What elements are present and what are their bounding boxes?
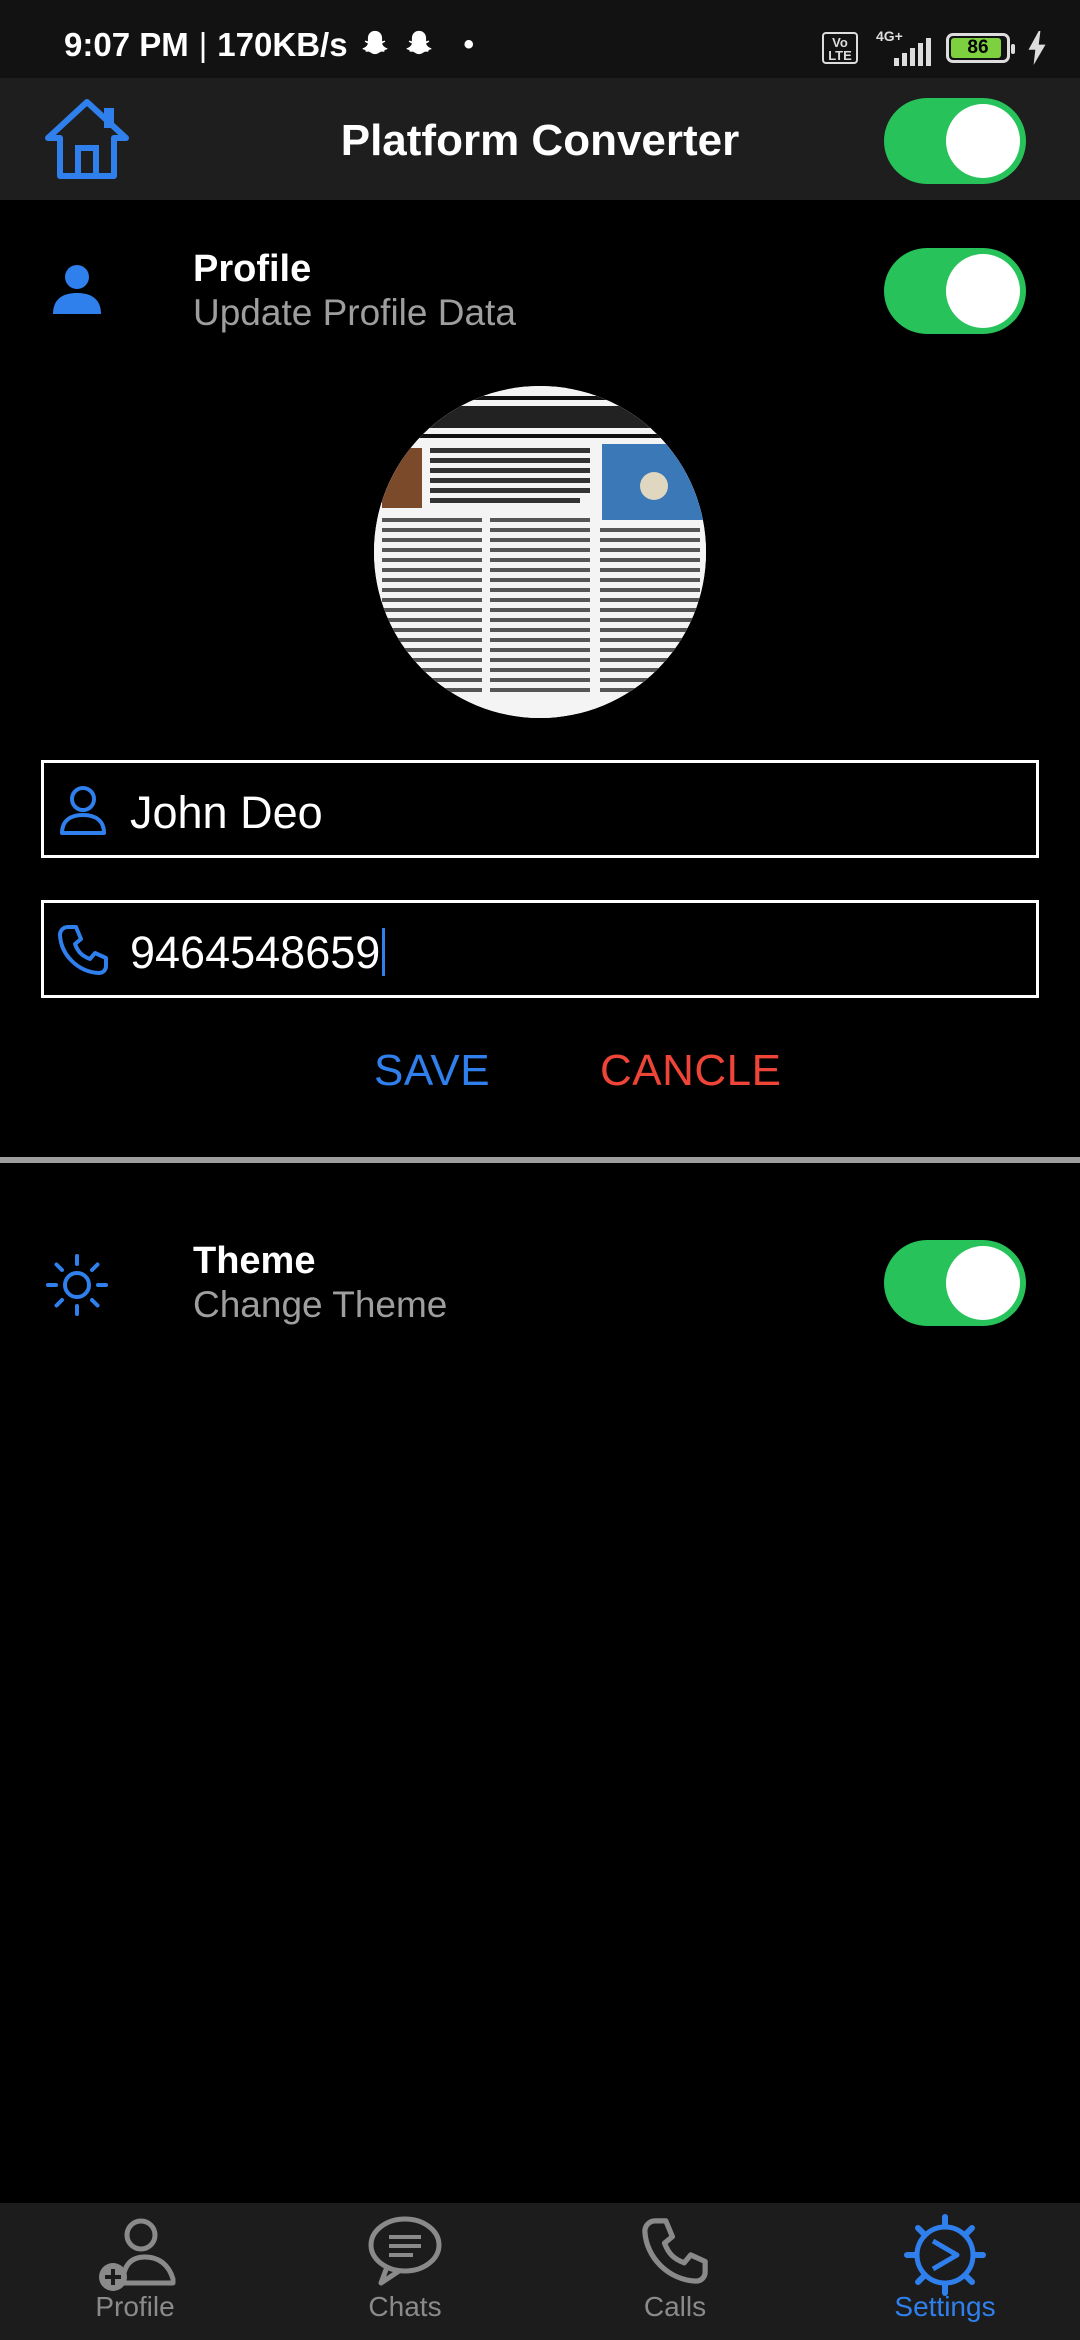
person-outline-icon	[60, 786, 106, 835]
status-bar: 9:07 PM | 170KB/s • Vo LTE 4G+ 86	[0, 0, 1080, 78]
add-person-icon	[99, 2218, 176, 2291]
battery-icon: 86	[946, 33, 1015, 63]
nav-item-calls[interactable]: Calls	[540, 2203, 810, 2340]
section-divider	[0, 1157, 1080, 1163]
battery-level: 86	[967, 37, 989, 58]
volte-badge: Vo LTE	[822, 32, 858, 64]
cancel-button[interactable]: CANCLE	[600, 1046, 782, 1096]
chat-bubble-icon	[368, 2216, 442, 2286]
app-bar: Platform Converter	[0, 78, 1080, 200]
nav-item-profile[interactable]: Profile	[0, 2203, 270, 2340]
toggle-knob	[946, 104, 1020, 178]
bottom-navigation: Profile Chats Calls Settings	[0, 2203, 1080, 2340]
nav-label-profile: Profile	[95, 2291, 175, 2322]
save-button[interactable]: SAVE	[374, 1046, 490, 1096]
nav-label-settings: Settings	[894, 2291, 996, 2322]
phone-icon	[58, 925, 108, 975]
nav-item-chats[interactable]: Chats	[270, 2203, 540, 2340]
profile-subtitle: Update Profile Data	[193, 292, 516, 333]
status-right: Vo LTE 4G+ 86	[822, 28, 1050, 66]
text-cursor	[382, 928, 386, 976]
profile-toggle[interactable]	[884, 248, 1026, 334]
sun-icon	[46, 1254, 108, 1316]
theme-subtitle: Change Theme	[193, 1284, 448, 1325]
status-time: 9:07 PM	[64, 26, 189, 63]
name-field[interactable]: John Deo	[41, 760, 1039, 858]
name-input[interactable]: John Deo	[130, 787, 323, 839]
avatar[interactable]	[374, 386, 706, 718]
snapchat-ghost-icon	[406, 30, 432, 55]
nav-label-chats: Chats	[368, 2291, 442, 2322]
phone-input[interactable]: 9464548659	[130, 927, 386, 979]
signal-icon: 4G+	[872, 28, 932, 66]
person-icon	[53, 265, 101, 314]
settings-gear-icon	[904, 2214, 986, 2296]
profile-title: Profile	[193, 248, 312, 290]
snapchat-ghost-icon	[362, 30, 388, 55]
platform-toggle[interactable]	[884, 98, 1026, 184]
status-separator: |	[198, 26, 208, 63]
toggle-knob	[946, 1246, 1020, 1320]
nav-label-calls: Calls	[643, 2291, 707, 2322]
status-speed: 170KB/s	[217, 26, 348, 63]
charging-icon	[1028, 31, 1046, 65]
status-left: 9:07 PM | 170KB/s •	[64, 26, 474, 64]
toggle-knob	[946, 254, 1020, 328]
theme-title: Theme	[193, 1240, 316, 1282]
phone-input-value: 9464548659	[130, 927, 381, 978]
phone-field[interactable]: 9464548659	[41, 900, 1039, 998]
nav-item-settings[interactable]: Settings	[810, 2203, 1080, 2340]
theme-toggle[interactable]	[884, 1240, 1026, 1326]
avatar-newspaper-image	[374, 386, 706, 718]
phone-icon	[642, 2218, 708, 2284]
notification-dot-icon: •	[463, 28, 475, 61]
